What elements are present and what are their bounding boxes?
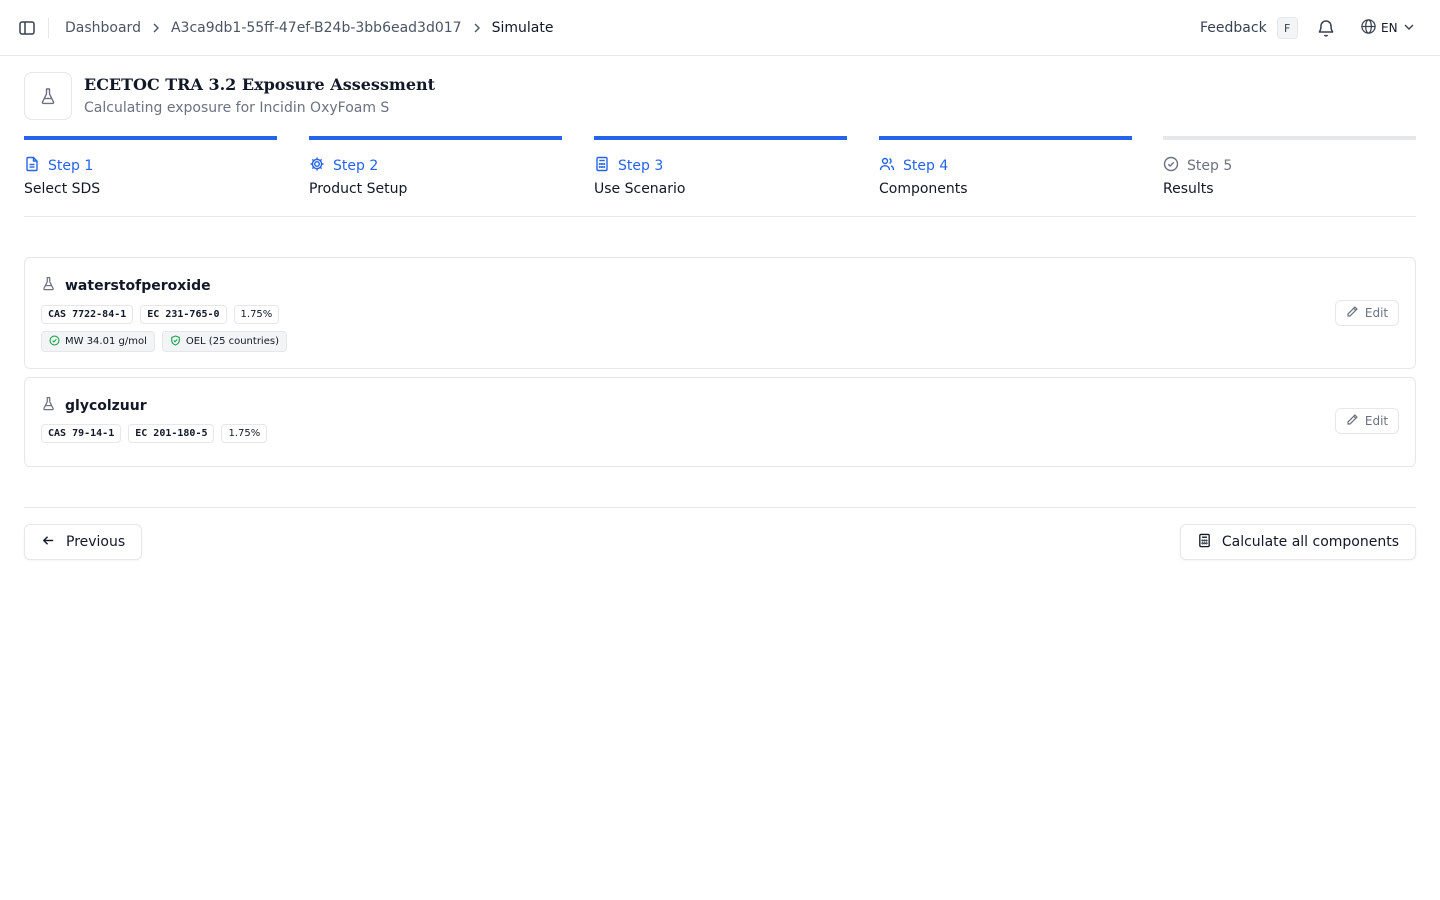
check-circle-icon (49, 334, 60, 349)
oel-label: OEL (25 countries) (185, 336, 279, 347)
breadcrumb-dashboard[interactable]: Dashboard (65, 20, 141, 36)
page-subtitle: Calculating exposure for Incidin OxyFoam… (84, 100, 390, 116)
cas-tag: CAS 79-14-1 (41, 424, 122, 443)
page-header: ECETOC TRA 3.2 Exposure Assessment Calcu… (24, 72, 435, 120)
language-label: EN (1381, 21, 1398, 35)
page-title: ECETOC TRA 3.2 Exposure Assessment (84, 75, 436, 94)
step-use-scenario[interactable]: Step 3 Use Scenario (594, 136, 847, 216)
check-circle-icon (1163, 156, 1179, 176)
top-bar: Dashboard A3ca9db1-55ff-47ef-B24b-3bb6ea… (0, 0, 1440, 56)
globe-icon (1360, 18, 1377, 38)
pencil-icon (1346, 305, 1359, 321)
step-name: Results (1163, 181, 1214, 197)
edit-label: Edit (1364, 306, 1389, 320)
step-label: Step 4 (903, 158, 949, 174)
feedback-label: Feedback (1200, 20, 1267, 36)
divider (24, 507, 1416, 508)
edit-component-button[interactable]: Edit (1335, 300, 1399, 326)
calculate-label: Calculate all components (1221, 534, 1399, 550)
step-label: Step 1 (48, 158, 94, 174)
step-components[interactable]: Step 4 Components (879, 136, 1132, 216)
pencil-icon (1346, 413, 1359, 429)
flask-icon (41, 276, 56, 295)
step-name: Use Scenario (594, 181, 686, 197)
step-progress-bar (1163, 136, 1416, 140)
sidebar-toggle-icon[interactable] (16, 17, 38, 39)
stepper: Step 1 Select SDS Step 2 Product Setup S… (24, 136, 1416, 217)
edit-component-button[interactable]: Edit (1335, 408, 1399, 434)
percent-tag: 1.75% (221, 424, 268, 443)
file-text-icon (24, 156, 40, 176)
calculator-icon (594, 156, 610, 176)
previous-label: Previous (66, 534, 126, 550)
feedback-shortcut: F (1276, 17, 1298, 39)
chevron-right-icon (462, 22, 492, 34)
flask-icon (41, 396, 56, 415)
bell-icon[interactable] (1316, 18, 1336, 38)
percent-tag: 1.75% (233, 305, 280, 324)
step-progress-bar (24, 136, 277, 140)
step-select-sds[interactable]: Step 1 Select SDS (24, 136, 277, 216)
step-name: Components (879, 181, 968, 197)
step-results[interactable]: Step 5 Results (1163, 136, 1416, 216)
mw-label: MW 34.01 g/mol (65, 336, 147, 347)
step-progress-bar (594, 136, 847, 140)
ec-tag: EC 201-180-5 (128, 424, 215, 443)
step-label: Step 5 (1187, 158, 1233, 174)
step-name: Select SDS (24, 181, 101, 197)
feedback-button[interactable]: Feedback F (1200, 0, 1298, 56)
language-selector[interactable]: EN (1360, 0, 1416, 56)
ec-tag: EC 231-765-0 (140, 305, 227, 324)
step-progress-bar (879, 136, 1132, 140)
calculate-all-button[interactable]: Calculate all components (1179, 524, 1416, 560)
gear-icon (309, 156, 325, 176)
arrow-left-icon (41, 533, 56, 552)
chevron-down-icon (1402, 20, 1416, 37)
breadcrumb-simulation-id[interactable]: A3ca9db1-55ff-47ef-B24b-3bb6ead3d017 (171, 20, 462, 36)
edit-label: Edit (1364, 414, 1389, 428)
step-progress-bar (309, 136, 562, 140)
step-name: Product Setup (309, 181, 408, 197)
chevron-right-icon (141, 22, 171, 34)
breadcrumb-current: Simulate (491, 20, 554, 36)
breadcrumb: Dashboard A3ca9db1-55ff-47ef-B24b-3bb6ea… (65, 0, 553, 56)
component-name: glycolzuur (65, 397, 147, 414)
users-icon (879, 156, 895, 176)
toolbar-divider (48, 18, 49, 38)
flask-icon (24, 72, 72, 120)
component-card: waterstofperoxide CAS 7722-84-1 EC 231-7… (24, 257, 1416, 369)
previous-button[interactable]: Previous (24, 524, 143, 560)
calculator-icon (1197, 533, 1212, 552)
mw-badge: MW 34.01 g/mol (41, 331, 155, 352)
oel-badge: OEL (25 countries) (161, 331, 287, 352)
component-card: glycolzuur CAS 79-14-1 EC 201-180-5 1.75… (24, 377, 1416, 467)
step-label: Step 3 (618, 158, 664, 174)
step-label: Step 2 (333, 158, 379, 174)
shield-check-icon (170, 334, 181, 349)
component-name: waterstofperoxide (65, 277, 211, 294)
cas-tag: CAS 7722-84-1 (41, 305, 134, 324)
step-product-setup[interactable]: Step 2 Product Setup (309, 136, 562, 216)
